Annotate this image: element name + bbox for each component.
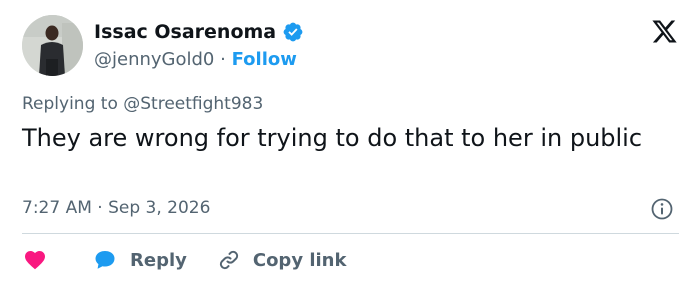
replying-prefix: Replying to [22, 94, 124, 114]
divider [22, 233, 679, 234]
copy-link-button[interactable]: Copy link [217, 248, 347, 272]
avatar-photo [22, 15, 83, 76]
tweet-timestamp[interactable]: 7:27 AM · Sep 3, 2026 [22, 196, 210, 220]
link-icon [219, 250, 238, 270]
copy-link-label: Copy link [252, 249, 347, 271]
user-handle[interactable]: @jennyGold0 [94, 49, 214, 70]
heart-icon [25, 251, 45, 270]
handle-row: @jennyGold0 · Follow [94, 48, 297, 72]
info-icon[interactable] [650, 197, 674, 221]
display-name-row[interactable]: Issac Osarenoma [94, 20, 304, 44]
replying-to-link[interactable]: @Streetfight983 [123, 94, 263, 114]
reply-button[interactable]: Reply [92, 248, 187, 272]
avatar[interactable] [22, 15, 83, 76]
separator-dot: · [220, 49, 226, 70]
display-name[interactable]: Issac Osarenoma [94, 20, 276, 44]
like-button[interactable] [22, 248, 92, 272]
verified-badge-icon [283, 22, 303, 42]
x-logo-icon[interactable] [651, 18, 678, 45]
speech-bubble-icon [95, 251, 115, 269]
follow-button[interactable]: Follow [232, 49, 297, 70]
replying-to-line: Replying to @Streetfight983 [22, 93, 263, 115]
tweet-text: They are wrong for trying to do that to … [22, 124, 643, 152]
action-bar: Reply Copy link [22, 245, 346, 275]
reply-label: Reply [130, 249, 187, 271]
tweet-embed-card: Issac Osarenoma @jennyGold0 · Follow Rep… [0, 0, 700, 287]
